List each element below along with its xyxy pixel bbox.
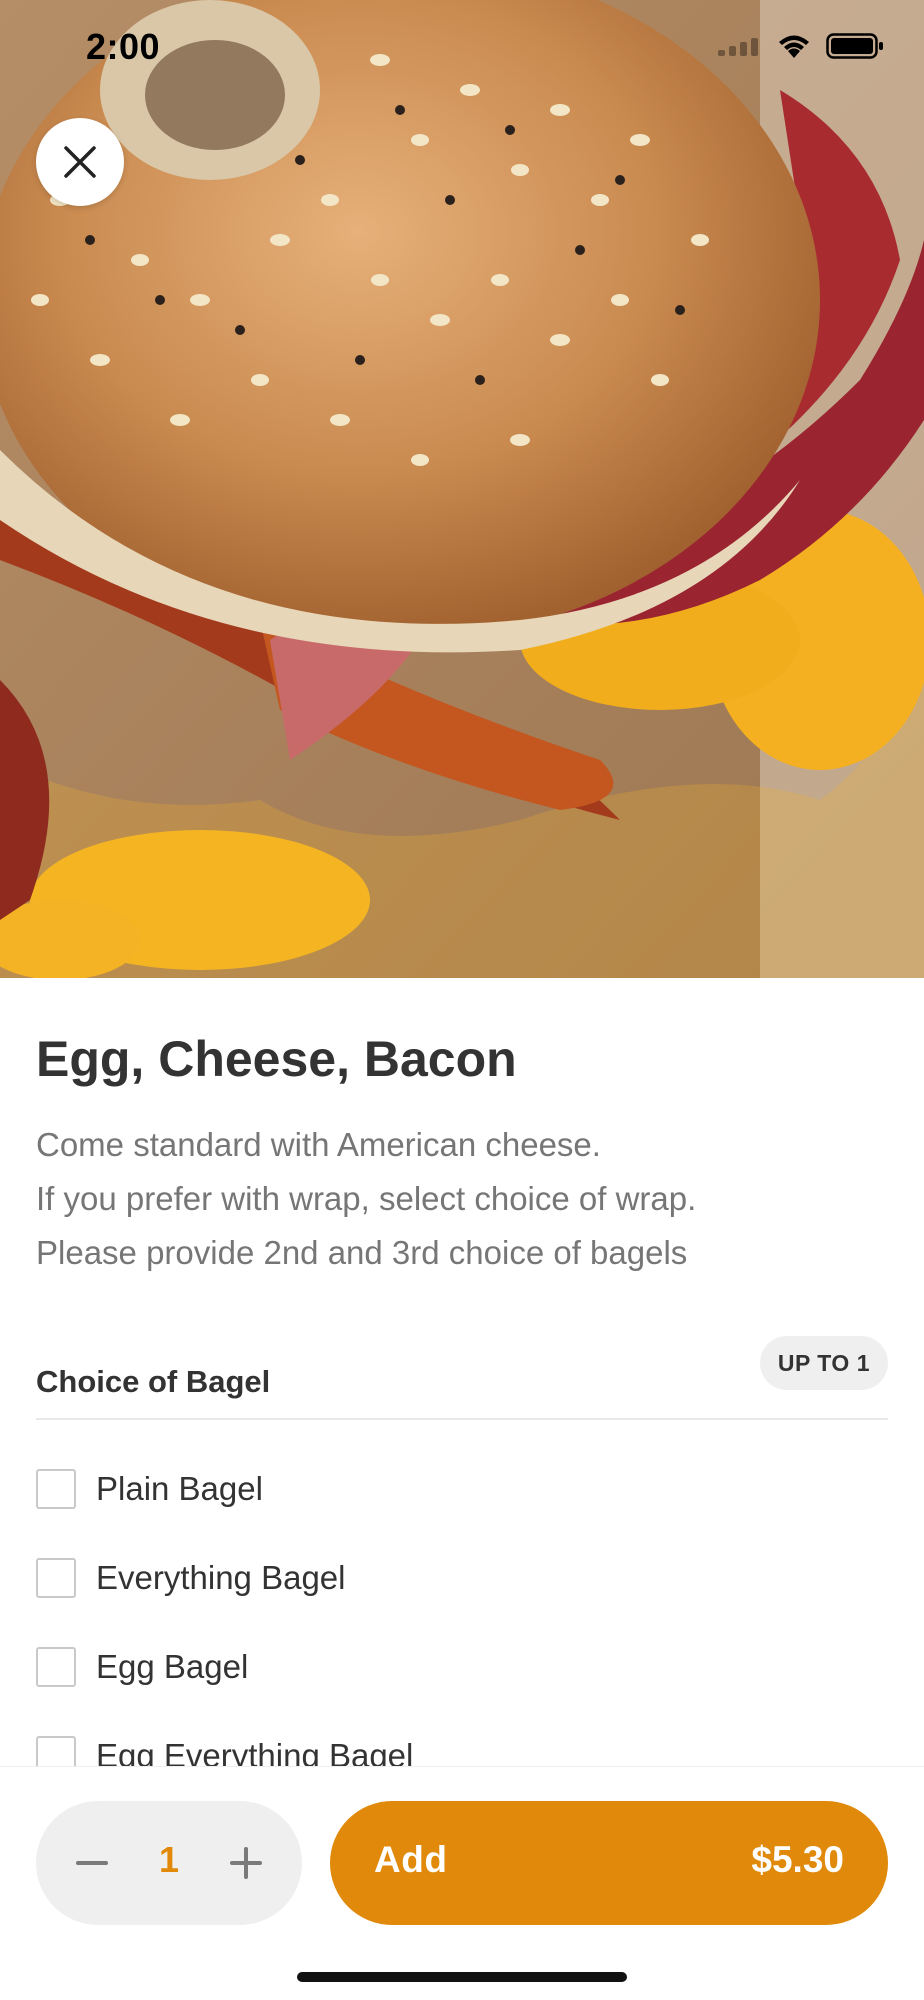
option-list: Plain Bagel Everything Bagel Egg Bagel E… — [36, 1444, 888, 1766]
item-title: Egg, Cheese, Bacon — [36, 1031, 517, 1087]
wifi-icon — [779, 35, 809, 58]
bottom-action-bar: 1 Add $5.30 — [0, 1766, 924, 2000]
signal-icon — [718, 36, 762, 56]
plus-icon[interactable] — [226, 1843, 266, 1883]
add-label: Add — [374, 1839, 448, 1880]
section-title: Choice of Bagel — [36, 1364, 271, 1399]
status-icons — [718, 32, 884, 60]
option-label: Everything Bagel — [96, 1558, 346, 1596]
close-button[interactable] — [36, 118, 124, 206]
status-time: 2:00 — [86, 26, 161, 67]
option-label: Egg Bagel — [96, 1647, 249, 1685]
description-line: Please provide 2nd and 3rd choice of bag… — [36, 1234, 688, 1271]
option-plain-bagel[interactable]: Plain Bagel — [36, 1444, 888, 1533]
checkbox[interactable] — [36, 1468, 76, 1509]
checkbox[interactable] — [36, 1557, 76, 1598]
description-line: If you prefer with wrap, select choice o… — [36, 1180, 697, 1217]
add-price: $5.30 — [751, 1839, 844, 1880]
section-badge: UP TO 1 — [759, 1336, 888, 1390]
battery-icon — [826, 33, 883, 59]
option-label: Plain Bagel — [96, 1469, 263, 1507]
option-everything-bagel[interactable]: Everything Bagel — [36, 1533, 888, 1622]
quantity-stepper: 1 — [36, 1801, 302, 1925]
close-icon — [64, 146, 96, 178]
option-egg-bagel[interactable]: Egg Bagel — [36, 1622, 888, 1711]
status-bar: 2:00 — [0, 0, 924, 100]
hero-image — [0, 0, 924, 978]
item-details: Egg, Cheese, Bacon Come standard with Am… — [0, 978, 924, 1766]
checkbox[interactable] — [36, 1735, 76, 1766]
checkbox[interactable] — [36, 1646, 76, 1687]
bagel-sandwich-photo — [0, 0, 924, 978]
option-label: Egg Everything Bagel — [96, 1736, 414, 1767]
option-egg-everything-bagel[interactable]: Egg Everything Bagel — [36, 1711, 888, 1766]
home-indicator — [297, 1972, 627, 1982]
section-header: Choice of Bagel UP TO 1 — [36, 1336, 888, 1420]
description-line: Come standard with American cheese. — [36, 1126, 601, 1163]
item-description: Come standard with American cheese. If y… — [36, 1118, 896, 1280]
add-to-cart-button[interactable]: Add $5.30 — [330, 1801, 888, 1925]
